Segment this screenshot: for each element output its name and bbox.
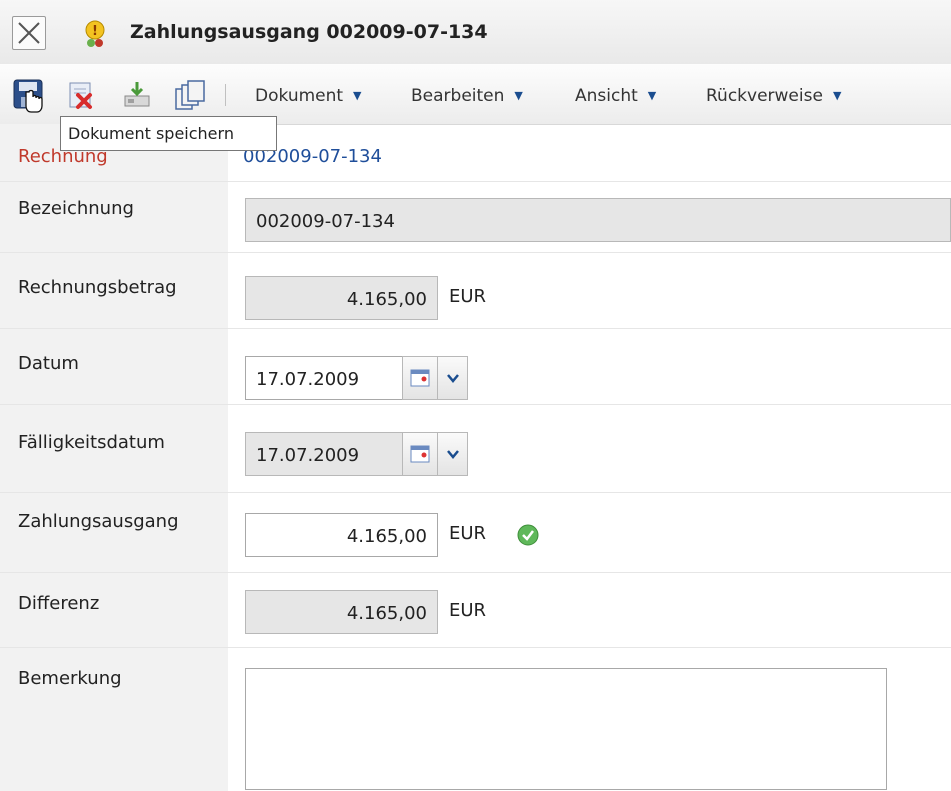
menu-label: Ansicht [575,86,638,106]
menu-label: Dokument [255,86,344,106]
delete-button[interactable] [66,81,96,115]
row-zahlungsausgang: Zahlungsausgang 4.165,00 EUR [0,493,951,573]
zahlungsausgang-input[interactable]: 4.165,00 [245,513,438,557]
row-rechnungsbetrag: Rechnungsbetrag 4.165,00 EUR [0,253,951,329]
bemerkung-textarea[interactable] [245,668,887,790]
valid-check-icon [517,524,539,546]
menu-label: Rückverweise [706,86,823,106]
menu-dokument[interactable]: Dokument ▼ [255,86,362,106]
dropdown-arrow-icon: ▼ [832,89,842,102]
datum-dropdown-button[interactable] [437,356,468,400]
window-title: Zahlungsausgang 002009-07-134 [130,21,488,43]
row-faelligkeitsdatum: Fälligkeitsdatum 17.07.2009 [0,405,951,493]
faelligkeitsdatum-dropdown-button[interactable] [437,432,468,476]
menu-ansicht[interactable]: Ansicht ▼ [575,86,656,106]
bemerkung-label: Bemerkung [18,668,122,689]
save-tooltip: Dokument speichern [60,116,277,151]
dropdown-arrow-icon: ▼ [647,89,657,102]
payment-document-icon: ! [85,20,105,47]
save-icon [13,79,43,113]
chevron-down-icon [447,450,459,459]
menu-bearbeiten[interactable]: Bearbeiten ▼ [411,86,523,106]
row-datum: Datum 17.07.2009 [0,329,951,405]
row-bemerkung: Bemerkung [0,648,951,791]
menu-label: Bearbeiten [411,86,505,106]
differenz-field: 4.165,00 [245,590,438,634]
rechnungsbetrag-value: 4.165,00 [346,289,427,310]
faelligkeitsdatum-value: 17.07.2009 [256,445,360,466]
calendar-icon [410,369,430,387]
zahlungsausgang-value: 4.165,00 [346,526,427,547]
zahlungsausgang-unit: EUR [449,523,487,544]
faelligkeitsdatum-input[interactable]: 17.07.2009 [245,432,403,476]
copy-button[interactable] [174,79,206,115]
datum-input[interactable]: 17.07.2009 [245,356,403,400]
row-bezeichnung: Bezeichnung 002009-07-134 [0,182,951,253]
datum-label: Datum [18,353,79,374]
calendar-icon [410,445,430,463]
differenz-value: 4.165,00 [346,603,427,624]
export-icon [124,82,150,107]
bezeichnung-field[interactable]: 002009-07-134 [245,198,951,242]
bezeichnung-value: 002009-07-134 [256,211,395,232]
close-icon [18,22,40,44]
faelligkeitsdatum-label: Fälligkeitsdatum [18,432,165,453]
close-button[interactable] [12,16,46,50]
bezeichnung-label: Bezeichnung [18,198,134,219]
delete-document-icon [69,82,92,109]
faelligkeitsdatum-calendar-button[interactable] [402,432,438,476]
copy-icon [175,80,205,110]
differenz-unit: EUR [449,600,487,621]
svg-text:!: ! [92,24,98,39]
dropdown-arrow-icon: ▼ [353,89,362,102]
chevron-down-icon [447,374,459,383]
datum-value: 17.07.2009 [256,369,360,390]
title-bar: ! Zahlungsausgang 002009-07-134 [0,0,951,64]
row-differenz: Differenz 4.165,00 EUR [0,573,951,648]
document-form: Rechnung 002009-07-134 Bezeichnung 00200… [0,124,951,791]
menu-rueckverweise[interactable]: Rückverweise ▼ [706,86,841,106]
rechnungsbetrag-field: 4.165,00 [245,276,438,320]
zahlungsausgang-label: Zahlungsausgang [18,511,179,532]
save-button[interactable] [12,78,46,118]
datum-calendar-button[interactable] [402,356,438,400]
export-button[interactable] [122,80,152,114]
rechnungsbetrag-label: Rechnungsbetrag [18,277,177,298]
toolbar-separator [225,84,226,106]
differenz-label: Differenz [18,593,100,614]
rechnungsbetrag-unit: EUR [449,286,487,307]
dropdown-arrow-icon: ▼ [514,89,523,102]
